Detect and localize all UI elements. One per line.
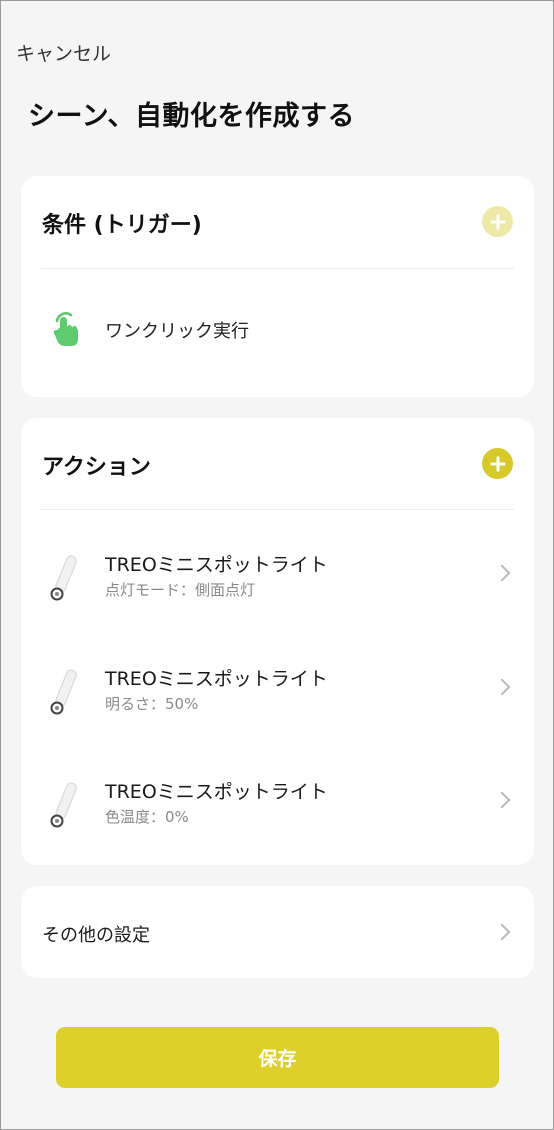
chevron-right-icon	[493, 678, 511, 696]
other-settings-label: その他の設定	[42, 925, 150, 946]
trigger-label: ワンクリック実行	[105, 321, 249, 342]
chevron-right-icon	[493, 923, 511, 941]
action-item[interactable]: TREOミニスポットライト 明るさ：50%	[21, 660, 534, 760]
save-button[interactable]: 保存	[56, 1027, 499, 1088]
spotlight-icon	[50, 555, 77, 601]
condition-title: 条件 (トリガー)	[42, 213, 202, 238]
trigger-item-one-click[interactable]: ワンクリック実行	[21, 301, 534, 361]
chevron-right-icon	[493, 791, 511, 809]
condition-card: 条件 (トリガー) ワンクリック実行	[21, 176, 534, 397]
spotlight-icon	[50, 669, 77, 715]
action-card: アクション TREOミニスポットライト 点灯モード：側面点灯 TREOミニスポッ…	[21, 418, 534, 865]
action-setting: 点灯モード：側面点灯	[105, 581, 256, 599]
action-device-name: TREOミニスポットライト	[105, 668, 328, 690]
other-settings-row[interactable]: その他の設定	[21, 886, 534, 978]
tap-hand-icon	[53, 312, 78, 346]
action-device-name: TREOミニスポットライト	[105, 554, 328, 576]
action-header: アクション	[42, 418, 513, 510]
action-setting: 色温度：0%	[105, 808, 189, 826]
divider	[41, 268, 514, 269]
chevron-right-icon	[493, 564, 511, 582]
divider	[41, 509, 514, 510]
condition-header: 条件 (トリガー)	[42, 176, 513, 268]
action-item[interactable]: TREOミニスポットライト 色温度：0%	[21, 773, 534, 873]
cancel-button[interactable]: キャンセル	[16, 39, 111, 66]
action-item[interactable]: TREOミニスポットライト 点灯モード：側面点灯	[21, 546, 534, 646]
action-device-name: TREOミニスポットライト	[105, 781, 328, 803]
action-title: アクション	[42, 455, 151, 480]
add-condition-button[interactable]	[482, 206, 513, 237]
spotlight-icon	[50, 782, 77, 828]
add-action-button[interactable]	[482, 448, 513, 479]
screen: キャンセル シーン、自動化を作成する 条件 (トリガー) ワンクリック実行 アク…	[0, 0, 554, 1130]
page-title: シーン、自動化を作成する	[28, 101, 356, 132]
action-setting: 明るさ：50%	[105, 695, 199, 713]
